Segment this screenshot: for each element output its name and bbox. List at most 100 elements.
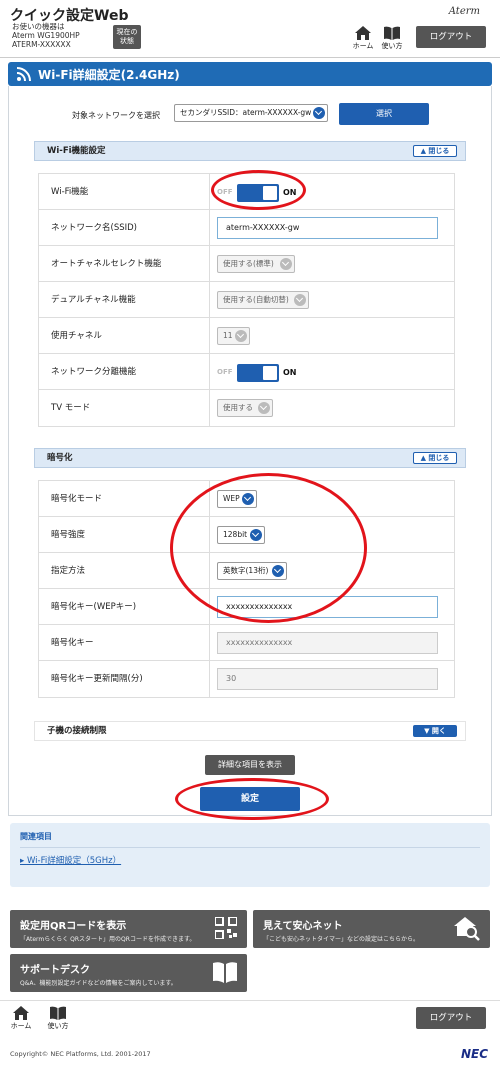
wep-key-input[interactable]: xxxxxxxxxxxxxx (217, 596, 438, 618)
device-model: Aterm WG1900HP (12, 31, 80, 40)
home-icon (13, 1006, 29, 1020)
help-label: 使い方 (381, 42, 403, 50)
select-button[interactable]: 選択 (339, 103, 429, 125)
card-desc: Q&A、機能別設定ガイドなどの情報をご案内しています。 (20, 980, 177, 987)
chevron-down-icon (258, 402, 270, 414)
home-label: ホーム (352, 42, 374, 50)
wifi-icon (16, 67, 31, 82)
page-title: Wi-Fi詳細設定(2.4GHz) (38, 68, 180, 82)
channel-value: 11 (223, 331, 233, 340)
table-row: 暗号化モード WEP (39, 481, 454, 517)
row-label: 暗号化モード (39, 481, 210, 516)
home-label: ホーム (10, 1022, 32, 1030)
related-link-5ghz[interactable]: ▸ Wi-Fi詳細設定（5GHz） (20, 854, 121, 866)
encryption-strength-select[interactable]: 128bit (217, 526, 265, 544)
chevron-down-icon (242, 493, 254, 505)
row-label: Wi-Fi機能 (39, 174, 210, 209)
table-row: TV モード 使用する (39, 390, 454, 426)
card-desc: 「こども安心ネットタイマー」などの設定はこちらから。 (263, 936, 420, 943)
status-button[interactable]: 現在の 状態 (113, 25, 141, 49)
table-row: 暗号化キー更新間隔(分) 30 (39, 661, 454, 697)
chevron-down-icon (235, 330, 247, 342)
table-row: 暗号化キー xxxxxxxxxxxxxx (39, 625, 454, 661)
footer-help-button[interactable]: 使い方 (45, 1006, 71, 1031)
book-icon (50, 1006, 66, 1020)
related-panel: 関連項目 ▸ Wi-Fi詳細設定（5GHz） (10, 823, 490, 887)
encryption-title: 暗号化 (47, 453, 73, 463)
nec-logo: NEC (460, 1047, 488, 1061)
toggle-knob (263, 186, 277, 200)
encryption-mode-select[interactable]: WEP (217, 490, 257, 508)
device-id: ATERM-XXXXXX (12, 40, 71, 49)
home-button[interactable]: ホーム (350, 26, 376, 51)
qr-code-icon (215, 917, 237, 939)
card-title: 設定用QRコードを表示 (20, 921, 127, 932)
table-row: 暗号化キー(WEPキー) xxxxxxxxxxxxxx (39, 589, 454, 625)
auto-channel-select[interactable]: 使用する(標準) (217, 255, 295, 273)
row-label: 使用チャネル (39, 318, 210, 353)
row-label: 指定方法 (39, 553, 210, 588)
wifi-settings-title: Wi-Fi機能設定 (47, 146, 106, 156)
encryption-header: 暗号化 ▲ 閉じる (34, 448, 466, 468)
row-label: 暗号化キー更新間隔(分) (39, 661, 210, 697)
safety-net-card[interactable]: 見えて安心ネット 「こども安心ネットタイマー」などの設定はこちらから。 (253, 910, 490, 948)
toggle-off-label: OFF (217, 188, 233, 196)
encryption-table: 暗号化モード WEP 暗号強度 128bit 指定方法 英数字(13桁) 暗号化… (38, 480, 455, 698)
related-heading: 関連項目 (20, 832, 52, 841)
show-detail-button[interactable]: 詳細な項目を表示 (205, 755, 295, 775)
network-select-value: セカンダリSSID：aterm-XXXXXX-gw (180, 108, 312, 117)
dual-channel-value: 使用する(自動切替) (223, 295, 289, 304)
brand-logo: Aterm (448, 6, 480, 17)
wifi-settings-table: Wi-Fi機能 OFF ON ネットワーク名(SSID) aterm-XXXXX… (38, 173, 455, 427)
channel-select[interactable]: 11 (217, 327, 250, 345)
toggle-track[interactable] (237, 364, 279, 382)
network-select[interactable]: セカンダリSSID：aterm-XXXXXX-gw (174, 104, 328, 122)
wifi-settings-close-button[interactable]: ▲ 閉じる (413, 145, 457, 157)
dual-channel-select[interactable]: 使用する(自動切替) (217, 291, 309, 309)
encryption-close-button[interactable]: ▲ 閉じる (413, 452, 457, 464)
row-label: 暗号化キー(WEPキー) (39, 589, 210, 624)
encryption-key-input[interactable]: xxxxxxxxxxxxxx (217, 632, 438, 654)
footer-home-button[interactable]: ホーム (8, 1006, 34, 1031)
footer-logout-button[interactable]: ログアウト (416, 1007, 486, 1029)
table-row: ネットワーク名(SSID) aterm-XXXXXX-gw (39, 210, 454, 246)
chevron-down-icon (294, 294, 306, 306)
row-label: デュアルチャネル機能 (39, 282, 210, 317)
footer-bar: ホーム 使い方 ログアウト (0, 1000, 500, 1036)
key-update-interval-input[interactable]: 30 (217, 668, 438, 690)
qr-code-card[interactable]: 設定用QRコードを表示 「Atermらくらく QRスタート」用のQRコードを作成… (10, 910, 247, 948)
card-title: 見えて安心ネット (263, 921, 343, 932)
logout-button[interactable]: ログアウト (416, 26, 486, 48)
row-label: 暗号化キー (39, 625, 210, 660)
chevron-down-icon (272, 565, 284, 577)
submit-button[interactable]: 設定 (200, 787, 300, 811)
support-desk-card[interactable]: サポートデスク Q&A、機能別設定ガイドなどの情報をご案内しています。 (10, 954, 247, 992)
book-icon (213, 962, 237, 983)
auto-channel-value: 使用する(標準) (223, 259, 274, 268)
toggle-on-label: ON (283, 368, 297, 377)
house-search-icon (454, 917, 480, 941)
book-icon (384, 26, 400, 40)
help-button[interactable]: 使い方 (379, 26, 405, 51)
child-limit-header: 子機の接続制限 ▼ 開く (34, 721, 466, 741)
tv-mode-select[interactable]: 使用する (217, 399, 273, 417)
encryption-mode-value: WEP (223, 494, 240, 503)
wifi-settings-header: Wi-Fi機能設定 ▲ 閉じる (34, 141, 466, 161)
row-label: ネットワーク名(SSID) (39, 210, 210, 245)
tv-mode-value: 使用する (223, 403, 253, 412)
child-limit-title: 子機の接続制限 (47, 726, 107, 736)
encryption-strength-value: 128bit (223, 530, 248, 539)
toggle-knob (263, 366, 277, 380)
child-limit-open-button[interactable]: ▼ 開く (413, 725, 457, 737)
device-line: お使いの機器は (12, 22, 65, 31)
row-label: オートチャネルセレクト機能 (39, 246, 210, 281)
key-format-select[interactable]: 英数字(13桁) (217, 562, 287, 580)
chevron-down-icon (280, 258, 292, 270)
help-label: 使い方 (47, 1022, 69, 1030)
table-row: 指定方法 英数字(13桁) (39, 553, 454, 589)
ssid-input[interactable]: aterm-XXXXXX-gw (217, 217, 438, 239)
toggle-track[interactable] (237, 184, 279, 202)
toggle-off-label: OFF (217, 368, 233, 376)
row-label: TV モード (39, 390, 210, 426)
row-label: 暗号強度 (39, 517, 210, 552)
